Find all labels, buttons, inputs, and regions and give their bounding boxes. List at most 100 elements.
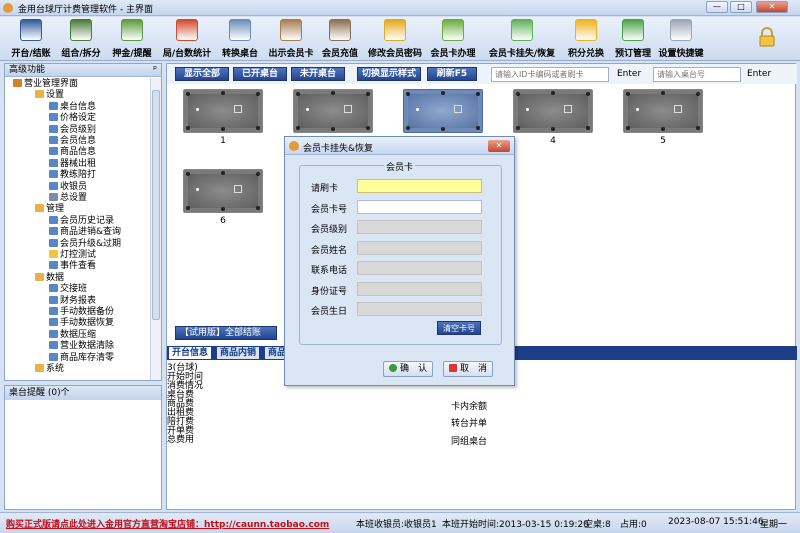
- lock-icon[interactable]: [758, 27, 776, 47]
- tree-item[interactable]: 教练陪打: [49, 170, 96, 181]
- field-input: [357, 281, 482, 296]
- billiard-table[interactable]: [183, 89, 263, 133]
- scrollbar-thumb[interactable]: [152, 90, 160, 320]
- toolbar-button-0[interactable]: 开台/结账: [8, 19, 54, 59]
- toolbar-button-10[interactable]: 积分兑换: [564, 19, 608, 59]
- field-input[interactable]: [357, 199, 482, 214]
- tree-item[interactable]: 会员级别: [49, 124, 96, 136]
- tree-item[interactable]: 价格设定: [49, 113, 96, 124]
- pocket: [256, 206, 260, 210]
- tree-item[interactable]: 数据压缩: [49, 329, 97, 341]
- field-input: [357, 261, 482, 275]
- sidebar-scrollbar[interactable]: [150, 78, 161, 380]
- toolbar-button-9[interactable]: 会员卡挂失/恢复: [484, 19, 560, 59]
- doc-icon: [49, 215, 58, 224]
- unopened-tables-button[interactable]: 未开桌台: [291, 67, 345, 81]
- billiard-table[interactable]: [513, 89, 593, 133]
- toolbar-button-12[interactable]: 设置快捷键: [656, 19, 706, 59]
- tree-item-label: 手动数据备份: [60, 307, 115, 317]
- tree-item-label: 灯控测试: [60, 250, 97, 260]
- toolbar-button-3[interactable]: 局/台数统计: [160, 19, 214, 59]
- minimize-button[interactable]: —: [706, 1, 728, 13]
- folder-icon: [35, 272, 44, 281]
- table-number: 6: [220, 216, 226, 226]
- billiard-table[interactable]: [183, 169, 263, 213]
- key-icon: [384, 19, 406, 41]
- maximize-button[interactable]: □: [730, 1, 752, 13]
- toolbar-button-label: 开台/结账: [11, 49, 51, 59]
- tree-item-label: 会员历史记录: [60, 215, 115, 226]
- tree-item[interactable]: 营业管理界面: [13, 79, 78, 90]
- toolbar-button-7[interactable]: 修改会员密码: [366, 19, 424, 59]
- toolbar-button-5[interactable]: 出示会员卡: [266, 19, 316, 59]
- switch-style-button[interactable]: 切换显示样式: [357, 67, 421, 81]
- folder-icon: [35, 204, 44, 213]
- toolbar-button-label: 修改会员密码: [367, 49, 422, 59]
- tree-item[interactable]: 设置: [35, 90, 64, 101]
- clear-card-button[interactable]: 清空卡号: [437, 321, 481, 335]
- tree-item[interactable]: 手动数据恢复: [49, 318, 114, 329]
- cancel-label: 取 消: [459, 364, 487, 374]
- tree-item[interactable]: 会员升级&过期: [49, 238, 121, 250]
- doc-icon: [49, 329, 58, 338]
- show-all-button[interactable]: 显示全部: [175, 67, 229, 81]
- tree-item[interactable]: 器械出租: [49, 158, 96, 170]
- tree-item[interactable]: 桌台信息: [49, 101, 96, 113]
- table-felt: [628, 94, 698, 128]
- transfer-merge-label: 转台并单: [451, 419, 488, 429]
- table-felt: [298, 94, 368, 128]
- sidebar-title: 高级功能: [9, 65, 46, 75]
- toolbar-button-2[interactable]: 押金/提醒: [108, 19, 156, 59]
- billiard-table[interactable]: [293, 89, 373, 133]
- tree-item[interactable]: 会员历史记录: [49, 215, 115, 227]
- tree-item[interactable]: 灯控测试: [49, 250, 96, 261]
- tree-item[interactable]: 商品进销&查询: [49, 227, 121, 238]
- billiard-table[interactable]: [403, 89, 483, 133]
- toolbar-button-1[interactable]: 组合/拆分: [58, 19, 104, 59]
- rack: [234, 105, 242, 113]
- toolbar-button-4[interactable]: 转换桌台: [218, 19, 262, 59]
- tree-item[interactable]: 事件查看: [49, 261, 96, 272]
- refresh-button[interactable]: 刷新F5: [427, 67, 477, 81]
- toolbar-button-8[interactable]: 会员卡办理: [428, 19, 478, 59]
- pocket: [696, 92, 700, 96]
- tab-open-info[interactable]: 开台信息: [169, 347, 212, 359]
- table-search-input[interactable]: 请输入桌台号: [653, 67, 741, 82]
- promo-link[interactable]: 购买正式版请点此处进入金用官方直营淘宝店铺：http://caunn.taoba…: [6, 517, 329, 530]
- field-input: [357, 220, 482, 234]
- group-tables-label: 同组桌台: [451, 437, 488, 447]
- close-button[interactable]: ✕: [756, 1, 788, 13]
- tree-item[interactable]: 营业数据清除: [49, 341, 114, 352]
- toolbar-button-11[interactable]: 预订管理: [612, 19, 654, 59]
- tree-item-label: 价格设定: [60, 113, 97, 124]
- opened-tables-button[interactable]: 已开桌台: [233, 67, 287, 81]
- tree-item[interactable]: 交接班: [49, 284, 87, 295]
- weekday-status: 星期一: [760, 520, 788, 530]
- tree-item[interactable]: 数据: [35, 272, 64, 284]
- tree-item[interactable]: 商品信息: [49, 147, 96, 158]
- trial-checkout-button[interactable]: 【试用版】全部结账: [175, 326, 277, 340]
- field-label: 会员卡号: [311, 204, 348, 215]
- tree-item[interactable]: 商品库存清零: [49, 352, 114, 364]
- tree-item[interactable]: 财务报表: [49, 295, 96, 307]
- tree-item[interactable]: 管理: [35, 204, 64, 215]
- tab-goods-sales[interactable]: 商品内销: [217, 347, 260, 359]
- tree-item[interactable]: 收银员: [49, 181, 87, 193]
- pin-icon[interactable]: ᵖ: [153, 64, 157, 77]
- billiard-table[interactable]: [623, 89, 703, 133]
- card-search-input[interactable]: 请输入ID卡编码或者刷卡: [491, 67, 609, 82]
- confirm-button[interactable]: 确 认: [383, 361, 433, 377]
- tree-item[interactable]: 总设置: [49, 193, 87, 204]
- doc-icon: [49, 352, 58, 361]
- toolbar-button-6[interactable]: 会员充值: [318, 19, 362, 59]
- tree-item[interactable]: 手动数据备份: [49, 307, 114, 318]
- tree-item[interactable]: 系统: [35, 364, 64, 375]
- cancel-button[interactable]: 取 消: [443, 361, 493, 377]
- doc-icon: [49, 101, 58, 110]
- tree-item-label: 数据压缩: [60, 329, 97, 340]
- pocket: [696, 126, 700, 130]
- field-input[interactable]: [357, 179, 482, 193]
- dialog-close-button[interactable]: ✕: [488, 140, 510, 152]
- pocket: [551, 127, 555, 131]
- tree-item[interactable]: 会员信息: [49, 136, 96, 147]
